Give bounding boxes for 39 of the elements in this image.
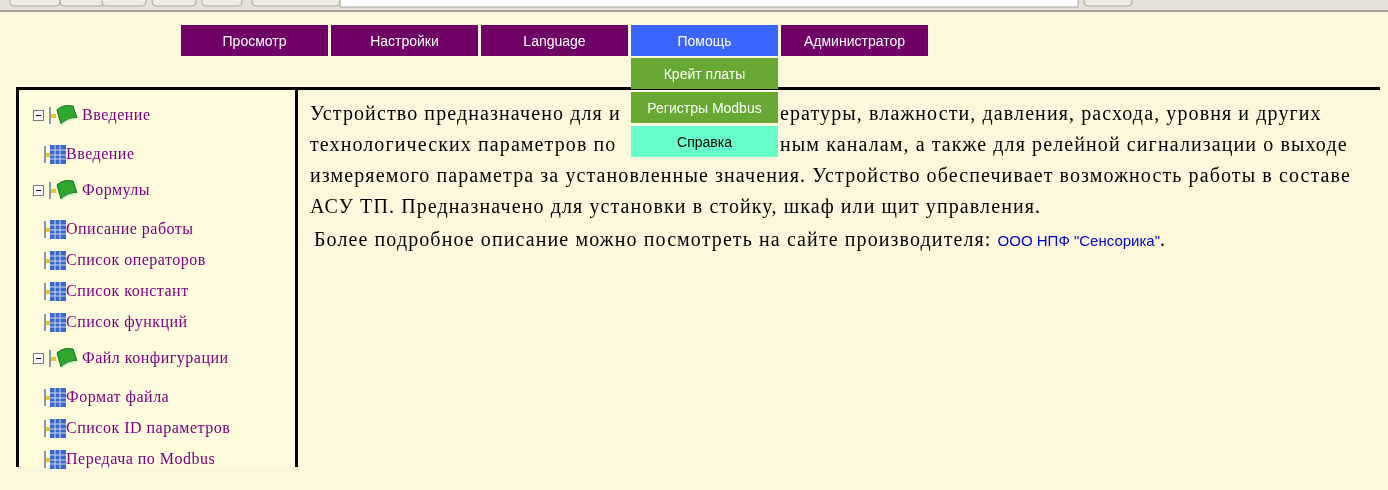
book-icon: [49, 104, 79, 126]
tree-folder[interactable]: Введение: [82, 106, 151, 124]
table-page-icon: [44, 279, 66, 302]
table-page-icon: [44, 310, 66, 333]
menu-tab[interactable]: Language: [481, 25, 628, 56]
tree-item[interactable]: Введение: [66, 144, 135, 163]
collapse-icon[interactable]: [33, 184, 44, 196]
book-icon: [49, 347, 79, 369]
tree-item[interactable]: Формат файла: [66, 387, 170, 406]
tree-item[interactable]: Описание работы: [66, 219, 194, 238]
tree-item[interactable]: Список операторов: [66, 250, 206, 269]
description-text: технологических параметров по: [310, 132, 618, 158]
table-page-icon: [44, 142, 66, 165]
tree-item[interactable]: Список функций: [66, 312, 188, 331]
book-icon: [49, 179, 79, 201]
manufacturer-link[interactable]: ООО НПФ "Сенсорика": [997, 232, 1161, 249]
tree-item[interactable]: Список ID параметров: [66, 418, 231, 437]
more-info-text: Более подробное описание можно посмотреть на сайте производителя: ООО НПФ "Сенсорика".: [314, 228, 1168, 251]
tree-folder[interactable]: Файл конфигурации: [82, 349, 229, 367]
description-text: АСУ ТП. Предназначено для установки в стойку, шкаф или щит управления.: [310, 195, 1042, 217]
table-page-icon: [44, 248, 66, 271]
collapse-icon[interactable]: [33, 109, 44, 121]
table-page-icon: [44, 416, 66, 439]
table-page-icon: [44, 447, 66, 470]
description-text: Устройство предназначено для и: [310, 101, 622, 127]
description-text: ным каналам, а также для релейной сигнализации о выходе: [780, 132, 1349, 158]
description-text: ературы, влажности, давления, расхода, уровня и других: [780, 101, 1323, 127]
dropdown-item[interactable]: Справка: [631, 126, 778, 157]
tree-item[interactable]: Список констант: [66, 281, 189, 300]
menu-tab[interactable]: Помощь: [631, 25, 778, 56]
table-page-icon: [44, 217, 66, 240]
menu-tab[interactable]: Администратор: [781, 25, 928, 56]
description-text: измеряемого параметра за установленные значения. Устройство обеспечивает возможность работы в составе: [310, 164, 1351, 186]
menu-tab[interactable]: Настройки: [331, 25, 478, 56]
menu-tab[interactable]: Просмотр: [181, 25, 328, 56]
table-page-icon: [44, 385, 66, 408]
tree-item[interactable]: Передача по Modbus: [66, 449, 216, 468]
tree-folder[interactable]: Формулы: [82, 181, 151, 199]
collapse-icon[interactable]: [33, 352, 44, 364]
